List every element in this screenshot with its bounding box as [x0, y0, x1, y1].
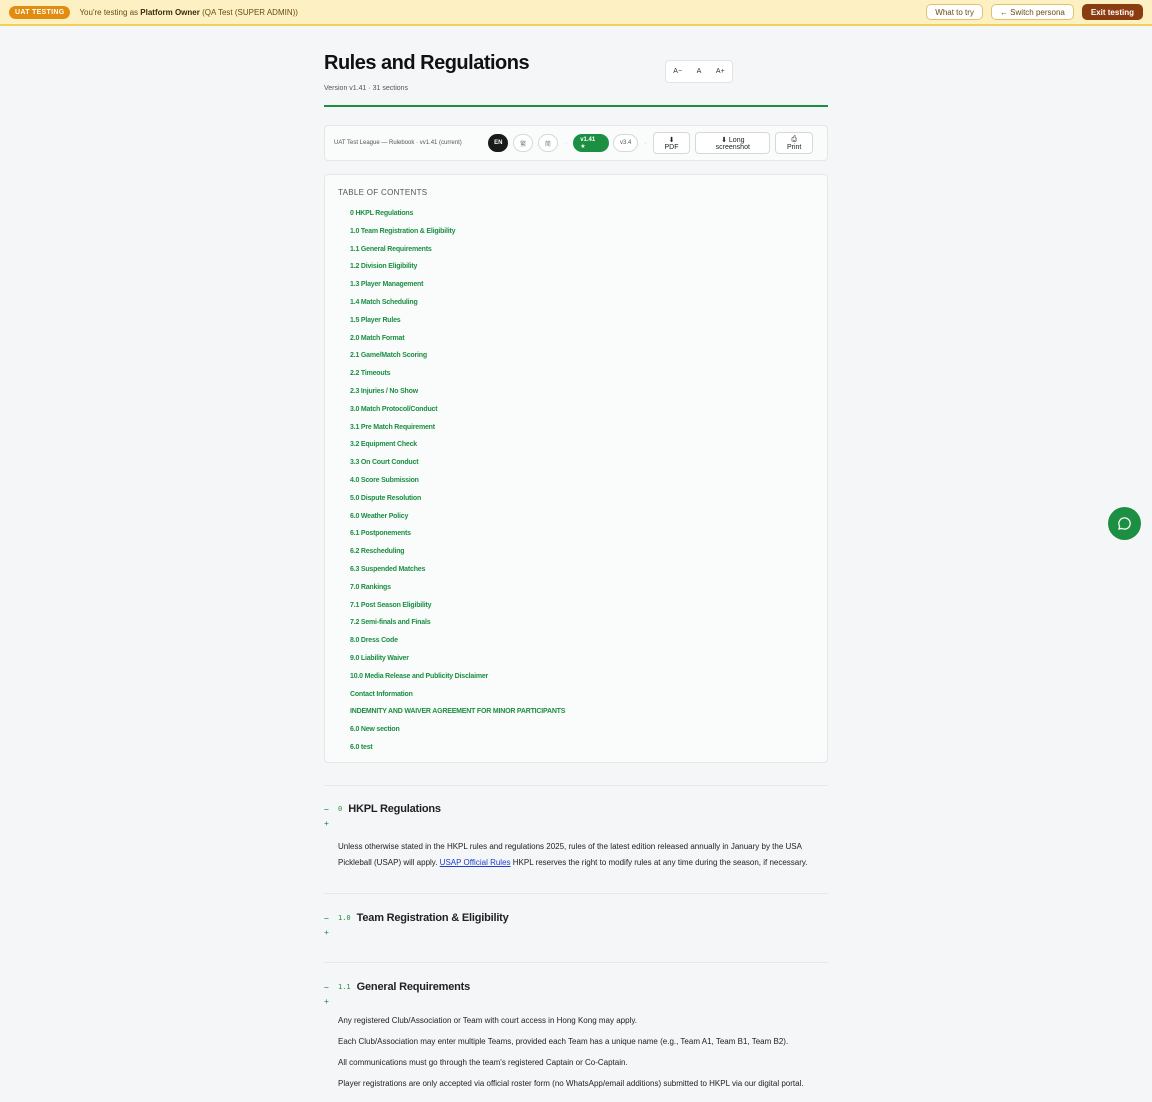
expand-toggle[interactable]: + [324, 928, 828, 940]
toc-link[interactable]: 6.0 New section [350, 725, 565, 743]
toc-link[interactable]: 4.0 Score Submission [350, 476, 565, 494]
collapse-toggle[interactable]: − [324, 805, 338, 814]
toc-link[interactable]: 2.1 Game/Match Scoring [350, 351, 565, 369]
chat-bubble-icon [1118, 517, 1131, 530]
section-divider [324, 893, 828, 894]
toc-link[interactable]: 1.3 Player Management [350, 280, 565, 298]
uat-persona-text: You're testing as Platform Owner (QA Tes… [79, 7, 298, 17]
rulebook-toolbar: UAT Test League — Rulebook · vv1.41 (cur… [324, 125, 828, 161]
toc-link[interactable]: 3.2 Equipment Check [350, 440, 565, 458]
section-number: 1.0 [338, 914, 351, 922]
toc-link[interactable]: 1.4 Match Scheduling [350, 298, 565, 316]
pdf-download-button[interactable]: ⬇ PDF [652, 132, 691, 154]
toc-link[interactable]: 7.2 Semi-finals and Finals [350, 618, 565, 636]
section-divider [324, 962, 828, 963]
font-increase-button[interactable]: A+ [716, 68, 725, 75]
font-decrease-button[interactable]: A− [673, 68, 682, 75]
toc-link[interactable]: INDEMNITY AND WAIVER AGREEMENT FOR MINOR… [350, 707, 565, 725]
page-title: Rules and Regulations [324, 52, 530, 74]
toc-link[interactable]: 9.0 Liability Waiver [350, 654, 565, 672]
toolbar-separator: · [644, 139, 647, 147]
uat-banner: UAT TESTING You're testing as Platform O… [0, 0, 1152, 26]
section-0: − 0 HKPL Regulations + Unless otherwise … [324, 802, 828, 875]
collapse-toggle[interactable]: − [324, 914, 338, 923]
toc-link[interactable]: 1.2 Division Eligibility [350, 262, 565, 280]
collapse-toggle[interactable]: − [324, 983, 338, 992]
version-current-button[interactable]: v1.41 ★ [573, 134, 610, 152]
exit-testing-button[interactable]: Exit testing [1081, 4, 1143, 20]
section-header[interactable]: − 1.1 General Requirements [324, 980, 828, 994]
toc-link[interactable]: 3.0 Match Protocol/Conduct [350, 405, 565, 423]
uat-badge: UAT TESTING [9, 5, 71, 19]
document-label: UAT Test League — Rulebook · vv1.41 (cur… [334, 140, 462, 146]
rule-paragraph: All communications must go through the t… [338, 1058, 628, 1067]
toc-link[interactable]: 6.0 Weather Policy [350, 512, 565, 530]
lang-sc-button[interactable]: 简 [538, 134, 558, 152]
font-reset-button[interactable]: A [697, 68, 702, 75]
table-of-contents: TABLE OF CONTENTS 0 HKPL Regulations 1.0… [324, 174, 828, 763]
toc-link[interactable]: 6.0 test [350, 743, 565, 761]
font-size-controls: A− A A+ [665, 60, 733, 83]
toc-heading: TABLE OF CONTENTS [338, 188, 428, 197]
expand-toggle[interactable]: + [324, 997, 828, 1009]
toc-list: 0 HKPL Regulations 1.0 Team Registration… [350, 209, 565, 761]
toc-link[interactable]: Contact Information [350, 690, 565, 708]
page-subtitle: Version v1.41 · 31 sections [324, 85, 409, 92]
section-divider [324, 785, 828, 786]
toc-link[interactable]: 1.1 General Requirements [350, 245, 565, 263]
toc-link[interactable]: 7.1 Post Season Eligibility [350, 601, 565, 619]
uat-actions: What to try ← Switch persona Exit testin… [926, 4, 1143, 20]
version-other-button[interactable]: v3.4 [613, 134, 639, 152]
persona-name: Platform Owner [140, 7, 200, 17]
section-title: Team Registration & Eligibility [356, 912, 509, 924]
toc-link[interactable]: 2.0 Match Format [350, 334, 565, 352]
rule-paragraph: Player registrations are only accepted v… [338, 1079, 804, 1088]
toc-link[interactable]: 7.0 Rankings [350, 583, 565, 601]
section-title: HKPL Regulations [348, 803, 441, 815]
lang-en-button[interactable]: EN [488, 134, 509, 152]
toc-link[interactable]: 1.5 Player Rules [350, 316, 565, 334]
toc-link[interactable]: 2.2 Timeouts [350, 369, 565, 387]
toc-link[interactable]: 3.1 Pre Match Requirement [350, 423, 565, 441]
long-screenshot-button[interactable]: ⬇ Long screenshot [695, 132, 771, 154]
section-1-0: − 1.0 Team Registration & Eligibility + [324, 911, 828, 940]
expand-toggle[interactable]: + [324, 819, 828, 831]
rule-paragraph: Any registered Club/Association or Team … [338, 1016, 637, 1025]
switch-persona-button[interactable]: ← Switch persona [990, 4, 1074, 20]
rule-paragraph: Each Club/Association may enter multiple… [338, 1037, 789, 1046]
toolbar-separator: · [564, 139, 568, 147]
section-title: General Requirements [356, 981, 471, 993]
section-body: Unless otherwise stated in the HKPL rule… [338, 842, 808, 867]
section-body: Any registered Club/Association or Team … [338, 1015, 828, 1090]
toc-link[interactable]: 8.0 Dress Code [350, 636, 565, 654]
section-number: 1.1 [338, 983, 351, 991]
toc-link[interactable]: 6.3 Suspended Matches [350, 565, 565, 583]
section-header[interactable]: − 0 HKPL Regulations [324, 802, 828, 816]
print-button[interactable]: ⎙ Print [775, 132, 814, 154]
toc-link[interactable]: 5.0 Dispute Resolution [350, 494, 565, 512]
chat-button[interactable] [1108, 507, 1141, 540]
what-to-try-button[interactable]: What to try [926, 4, 983, 20]
toc-link[interactable]: 6.1 Postponements [350, 529, 565, 547]
section-number: 0 [338, 805, 343, 813]
section-1-1: − 1.1 General Requirements + Any registe… [324, 980, 828, 1099]
toc-link[interactable]: 0 HKPL Regulations [350, 209, 565, 227]
toc-link[interactable]: 10.0 Media Release and Publicity Disclai… [350, 672, 565, 690]
toc-link[interactable]: 2.3 Injuries / No Show [350, 387, 565, 405]
usap-rules-link[interactable]: USAP Official Rules [440, 858, 511, 867]
toc-link[interactable]: 1.0 Team Registration & Eligibility [350, 227, 565, 245]
section-header[interactable]: − 1.0 Team Registration & Eligibility [324, 911, 828, 925]
toc-link[interactable]: 3.3 On Court Conduct [350, 458, 565, 476]
title-divider [324, 105, 828, 107]
toc-link[interactable]: 6.2 Rescheduling [350, 547, 565, 565]
lang-tc-button[interactable]: 繁 [513, 134, 534, 152]
